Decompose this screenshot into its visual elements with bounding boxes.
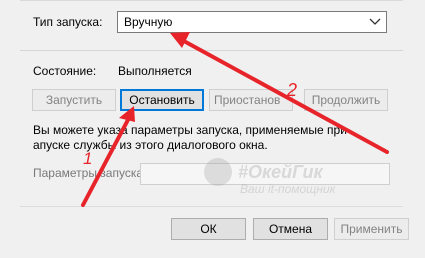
chevron-down-icon: [369, 18, 381, 25]
status-value: Выполняется: [118, 64, 192, 78]
description-text: Вы можете указа параметры запуска, приме…: [33, 123, 347, 152]
footer-divider: [20, 206, 403, 207]
start-button[interactable]: Запустить: [32, 89, 116, 111]
top-separator: [20, 0, 403, 1]
startup-type-label: Тип запуска:: [33, 15, 103, 29]
apply-button[interactable]: Применить: [334, 218, 409, 240]
pause-button[interactable]: Приостанов: [209, 89, 293, 111]
ok-button[interactable]: ОК: [171, 218, 246, 240]
resume-button[interactable]: Продолжить: [304, 89, 388, 111]
service-properties-dialog: Тип запуска: Вручную Состояние: Выполняе…: [0, 0, 425, 258]
start-params-input[interactable]: [140, 163, 390, 185]
section-divider: [20, 50, 403, 51]
start-params-label: Параметры запуска:: [33, 166, 147, 180]
startup-type-select[interactable]: Вручную: [117, 11, 387, 33]
startup-type-value: Вручную: [124, 15, 173, 29]
arrow-1-icon: [81, 106, 135, 207]
stop-button[interactable]: Остановить: [120, 89, 204, 111]
status-label: Состояние:: [33, 64, 97, 78]
cancel-button[interactable]: Отмена: [253, 218, 328, 240]
